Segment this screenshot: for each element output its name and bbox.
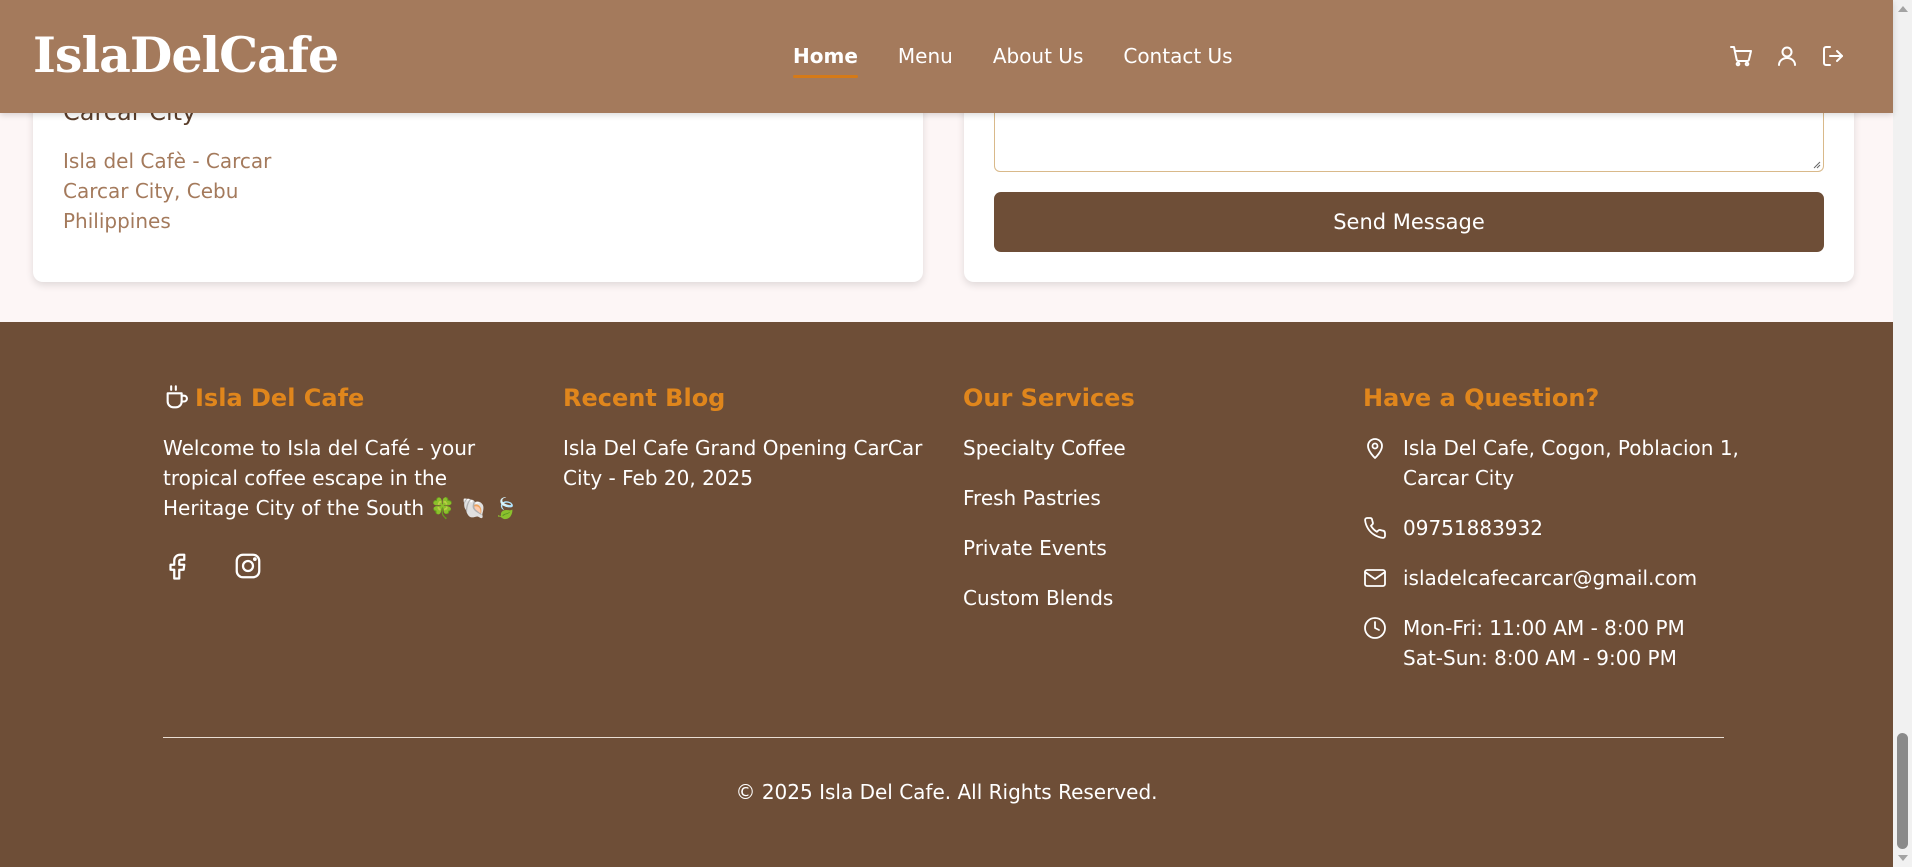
question-heading: Have a Question?: [1363, 384, 1600, 412]
contact-list: Isla Del Cafe, Cogon, Poblacion 1, Carca…: [1363, 433, 1763, 673]
services-list: Specialty Coffee Fresh Pastries Private …: [963, 433, 1323, 613]
contact-address-row: Isla Del Cafe, Cogon, Poblacion 1, Carca…: [1363, 433, 1763, 493]
footer-brand: Isla Del Cafe: [163, 384, 523, 412]
contact-phone[interactable]: 09751883932: [1403, 513, 1543, 543]
scroll-down-arrow-icon[interactable]: [1898, 855, 1908, 861]
service-item[interactable]: Fresh Pastries: [963, 483, 1323, 513]
nav-about-us[interactable]: About Us: [993, 44, 1084, 68]
hours-weekend: Sat-Sun: 8:00 AM - 9:00 PM: [1403, 646, 1677, 670]
footer-divider: [163, 737, 1724, 738]
service-item[interactable]: Custom Blends: [963, 583, 1323, 613]
service-item[interactable]: Private Events: [963, 533, 1323, 563]
mail-icon: [1364, 569, 1386, 587]
address-line: Carcar City, Cebu: [63, 179, 239, 203]
resize-grip-icon[interactable]: [1811, 159, 1821, 169]
recent-blog-heading: Recent Blog: [563, 384, 726, 412]
contact-phone-row: 09751883932: [1363, 513, 1763, 543]
instagram-icon[interactable]: [233, 551, 263, 581]
site-footer: Isla Del Cafe Welcome to Isla del Café -…: [0, 322, 1893, 867]
branch-address: Isla del Cafè - Carcar Carcar City, Cebu…: [63, 146, 271, 236]
blog-entry-link[interactable]: Isla Del Cafe Grand Opening CarCar City …: [563, 433, 923, 493]
address-line: Philippines: [63, 209, 171, 233]
nav-contact-us[interactable]: Contact Us: [1123, 44, 1232, 68]
site-logo[interactable]: IslaDelCafe: [33, 26, 339, 84]
social-links: [163, 551, 523, 581]
site-header: IslaDelCafe Home Menu About Us Contact U…: [0, 0, 1893, 113]
clock-icon: [1364, 617, 1386, 639]
contact-hours-row: Mon-Fri: 11:00 AM - 8:00 PM Sat-Sun: 8:0…: [1363, 613, 1763, 673]
send-message-button[interactable]: Send Message: [994, 192, 1824, 252]
address-line: Isla del Cafè - Carcar: [63, 149, 272, 173]
footer-blog-column: Recent Blog Isla Del Cafe Grand Opening …: [563, 384, 923, 493]
services-heading: Our Services: [963, 384, 1135, 412]
user-icon[interactable]: [1775, 44, 1799, 68]
contact-hours: Mon-Fri: 11:00 AM - 8:00 PM Sat-Sun: 8:0…: [1403, 613, 1685, 673]
scrollbar-thumb[interactable]: [1897, 733, 1908, 849]
phone-icon: [1364, 517, 1386, 539]
nav-home[interactable]: Home: [793, 44, 858, 78]
footer-about-text: Welcome to Isla del Café - your tropical…: [163, 436, 518, 520]
footer-brand-column: Isla Del Cafe Welcome to Isla del Café -…: [163, 384, 523, 581]
cart-icon[interactable]: [1729, 44, 1753, 68]
facebook-icon[interactable]: [163, 551, 193, 581]
copyright: © 2025 Isla Del Cafe. All Rights Reserve…: [735, 780, 1158, 804]
footer-services-column: Our Services Specialty Coffee Fresh Past…: [963, 384, 1323, 633]
scroll-up-arrow-icon[interactable]: [1898, 6, 1908, 12]
main-nav: Home Menu About Us Contact Us: [793, 44, 1233, 78]
logout-icon[interactable]: [1821, 44, 1845, 68]
page-scrollbar[interactable]: [1893, 0, 1912, 867]
contact-address: Isla Del Cafe, Cogon, Poblacion 1, Carca…: [1403, 436, 1739, 490]
coffee-cup-icon: [166, 385, 188, 409]
hours-weekday: Mon-Fri: 11:00 AM - 8:00 PM: [1403, 616, 1685, 640]
nav-menu[interactable]: Menu: [898, 44, 953, 68]
map-pin-icon: [1367, 438, 1383, 459]
service-item[interactable]: Specialty Coffee: [963, 433, 1323, 463]
footer-contact-column: Have a Question? Isla Del Cafe, Cogon, P…: [1363, 384, 1763, 693]
contact-email[interactable]: isladelcafecarcar@gmail.com: [1403, 563, 1697, 593]
header-actions: [1729, 44, 1845, 68]
footer-brand-name: Isla Del Cafe: [195, 384, 365, 412]
contact-email-row: isladelcafecarcar@gmail.com: [1363, 563, 1763, 593]
